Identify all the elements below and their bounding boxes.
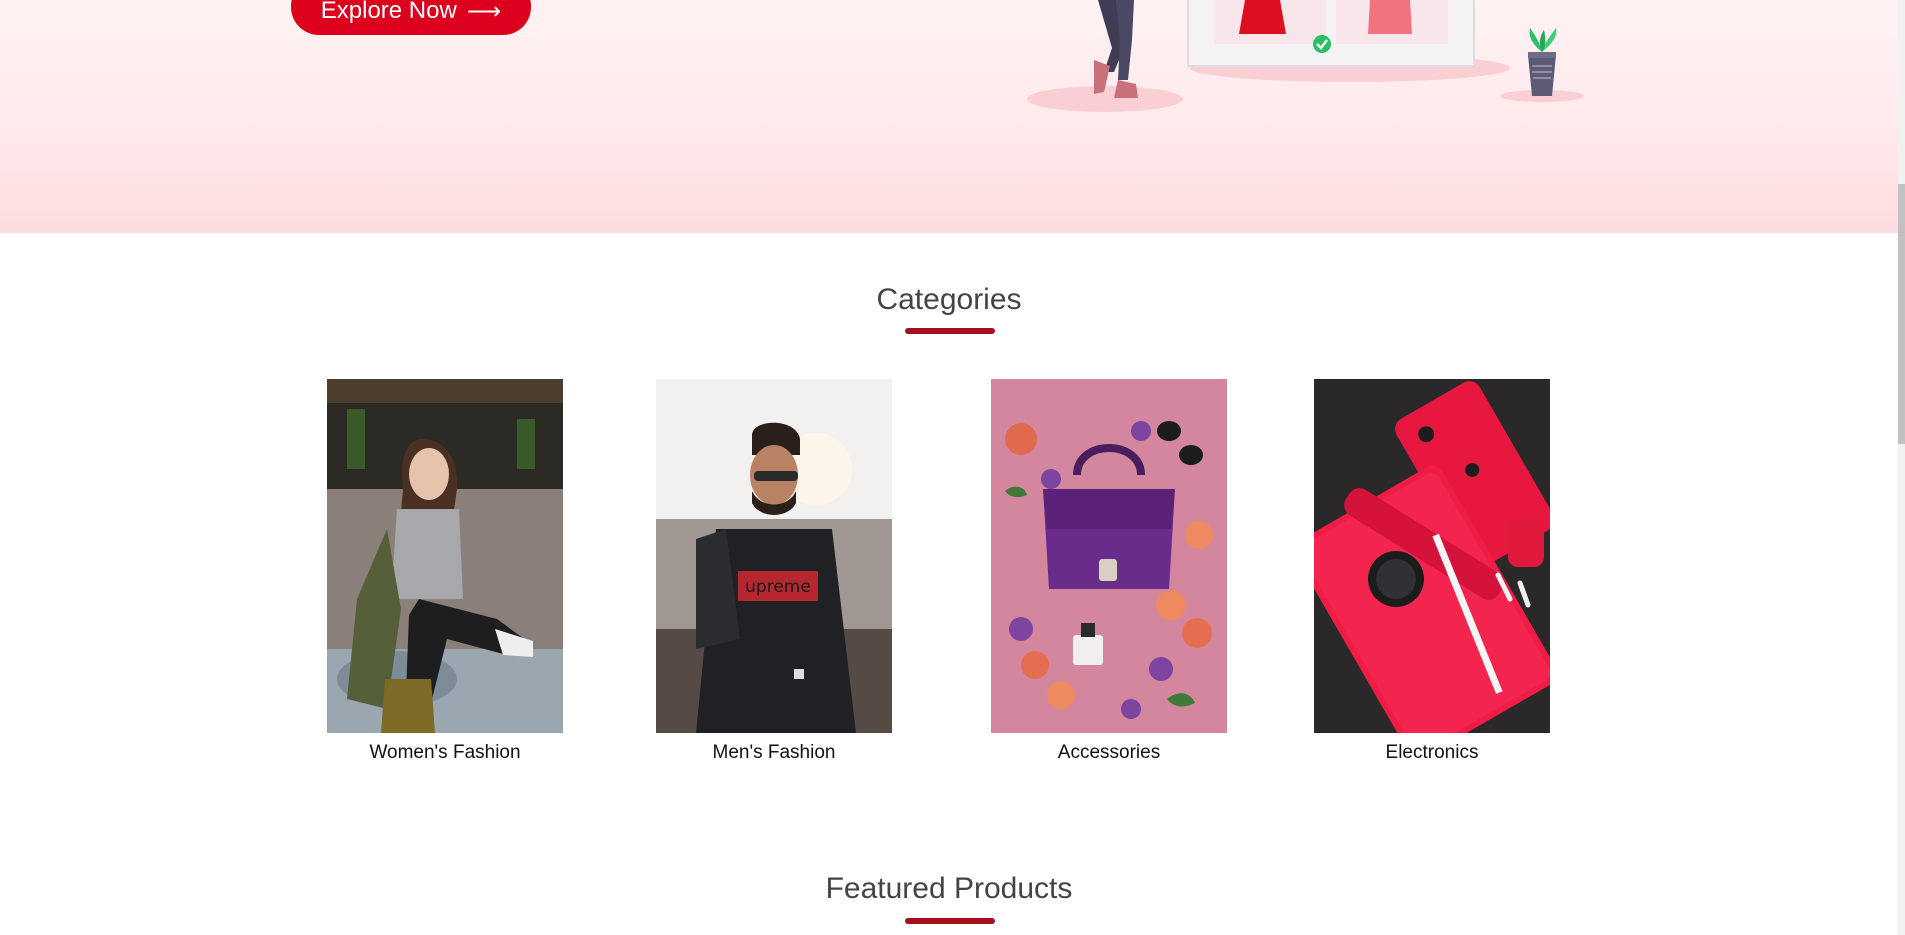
explore-now-label: Explore Now: [320, 0, 457, 24]
hero-banner: Explore Now ⟶: [0, 0, 1898, 233]
vertical-scrollbar[interactable]: [1898, 0, 1905, 935]
featured-products-heading: Featured Products: [825, 872, 1073, 905]
svg-text:upreme: upreme: [745, 577, 811, 597]
category-label: Electronics: [1385, 742, 1479, 763]
category-card-electronics[interactable]: Electronics: [1314, 379, 1550, 769]
mens-fashion-image: upreme: [656, 379, 892, 733]
accessories-image: [991, 379, 1227, 733]
category-card-womens-fashion[interactable]: Women's Fashion: [327, 379, 563, 769]
featured-products-underline: [905, 918, 995, 924]
category-label: Accessories: [1057, 742, 1161, 763]
categories-heading: Categories: [876, 283, 1022, 316]
category-card-mens-fashion[interactable]: upreme Men's Fashion: [656, 379, 892, 769]
shopping-illustration: [1027, 0, 1584, 112]
explore-now-button[interactable]: Explore Now ⟶: [291, 0, 531, 35]
category-label: Women's Fashion: [369, 742, 521, 763]
electronics-image: [1314, 379, 1550, 733]
scrollbar-thumb[interactable]: [1898, 184, 1905, 444]
page: Explore Now ⟶ Categories Women's Fashion…: [0, 0, 1905, 935]
womens-fashion-image: [327, 379, 563, 733]
category-card-accessories[interactable]: Accessories: [991, 379, 1227, 769]
arrow-right-icon: ⟶: [466, 0, 502, 25]
categories-underline: [905, 328, 995, 334]
category-label: Men's Fashion: [712, 742, 836, 763]
